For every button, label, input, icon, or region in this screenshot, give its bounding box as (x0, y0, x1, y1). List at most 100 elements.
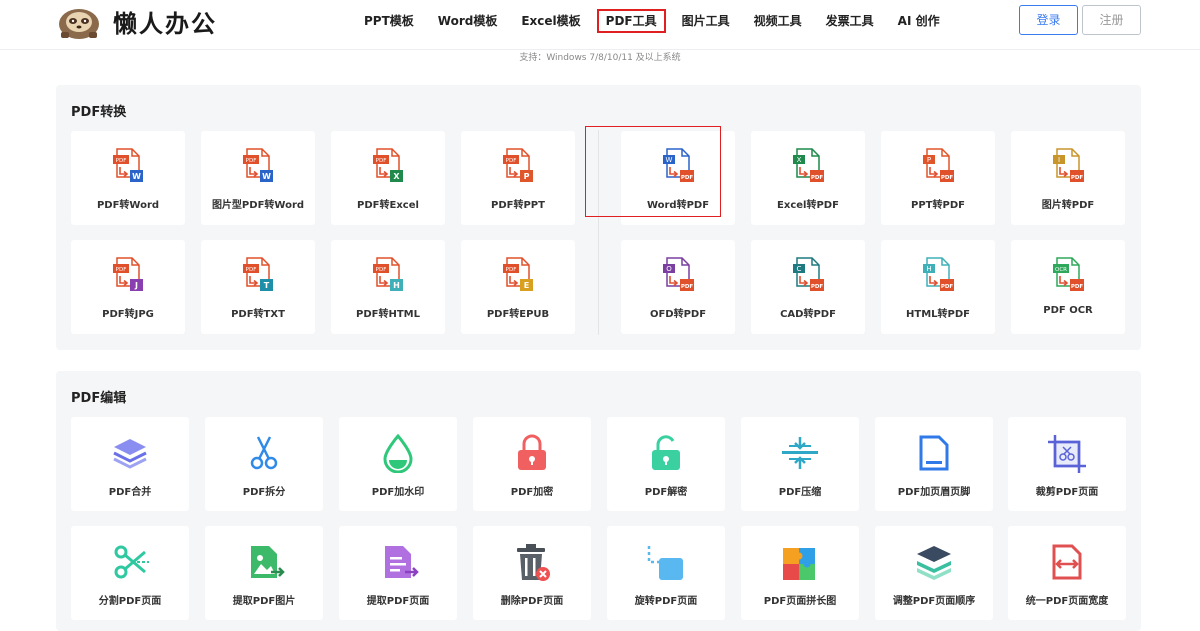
unlock-icon (645, 433, 687, 473)
convert-card-13[interactable]: O PDF OFD转PDF (621, 240, 735, 334)
svg-text:PDF: PDF (376, 158, 387, 164)
site-logo[interactable]: 懒人办公 (55, 2, 217, 40)
convert-card-15[interactable]: H PDF HTML转PDF (881, 240, 995, 334)
svg-text:T: T (264, 281, 270, 290)
svg-text:PDF: PDF (116, 267, 127, 273)
trash-icon (511, 542, 553, 582)
convert-card-label: PDF转TXT (231, 309, 285, 320)
convert-card-9[interactable]: PDF J PDF转JPG (71, 240, 185, 334)
edit-card-15[interactable]: 调整PDF页面顺序 (875, 526, 993, 620)
convert-card-label: PDF转PPT (491, 200, 545, 211)
convert-card-2[interactable]: PDF W 图片型PDF转Word (201, 131, 315, 225)
reorder-icon (913, 542, 955, 582)
edit-card-label: PDF合并 (108, 487, 152, 498)
convert-card-3[interactable]: PDF X PDF转Excel (331, 131, 445, 225)
svg-text:J: J (134, 281, 138, 290)
svg-text:PDF: PDF (941, 175, 954, 181)
convert-card-label: PDF转EPUB (486, 309, 550, 320)
file-convert-icon: I PDF (1050, 147, 1086, 187)
convert-card-4[interactable]: PDF P PDF转PPT (461, 131, 575, 225)
edit-card-8[interactable]: 裁剪PDF页面 (1008, 417, 1126, 511)
convert-card-label: PDF OCR (1043, 305, 1093, 316)
convert-card-label: OFD转PDF (649, 309, 707, 320)
edit-card-label: 分割PDF页面 (98, 596, 162, 607)
svg-text:PDF: PDF (811, 284, 824, 290)
edit-card-12[interactable]: 删除PDF页面 (473, 526, 591, 620)
file-convert-icon: OCR PDF (1050, 256, 1086, 296)
lock-icon (511, 433, 553, 473)
svg-text:PDF: PDF (941, 284, 954, 290)
edit-card-16[interactable]: 统一PDF页面宽度 (1008, 526, 1126, 620)
convert-card-1[interactable]: PDF W PDF转Word (71, 131, 185, 225)
edit-card-label: 统一PDF页面宽度 (1025, 596, 1109, 607)
convert-card-7[interactable]: P PDF PPT转PDF (881, 131, 995, 225)
svg-text:P: P (524, 172, 530, 181)
file-convert-icon: PDF E (500, 256, 536, 296)
nav-video-tools[interactable]: 视频工具 (746, 9, 810, 33)
edit-card-11[interactable]: 提取PDF页面 (339, 526, 457, 620)
file-convert-icon: P PDF (920, 147, 956, 187)
convert-card-label: Excel转PDF (777, 200, 839, 211)
convert-card-14[interactable]: C PDF CAD转PDF (751, 240, 865, 334)
svg-text:E: E (524, 281, 529, 290)
edit-card-7[interactable]: PDF加页眉页脚 (875, 417, 993, 511)
scissors-icon (243, 433, 285, 473)
convert-card-12[interactable]: PDF E PDF转EPUB (461, 240, 575, 334)
nav-pdf-tools[interactable]: PDF工具 (596, 9, 666, 33)
convert-card-label: 图片转PDF (1041, 200, 1095, 211)
convert-card-16[interactable]: OCR PDF PDF OCR (1011, 240, 1125, 334)
svg-text:X: X (797, 156, 802, 164)
svg-text:H: H (926, 265, 931, 273)
water-drop-icon (377, 433, 419, 474)
convert-card-11[interactable]: PDF H PDF转HTML (331, 240, 445, 334)
nav-image-tools[interactable]: 图片工具 (674, 9, 738, 33)
nav-invoice-tools[interactable]: 发票工具 (818, 9, 882, 33)
edit-card-9[interactable]: 分割PDF页面 (71, 526, 189, 620)
svg-text:PDF: PDF (811, 175, 824, 181)
convert-card-10[interactable]: PDF T PDF转TXT (201, 240, 315, 334)
file-convert-icon: X PDF (790, 147, 826, 187)
register-button[interactable]: 注册 (1082, 5, 1141, 35)
edit-card-label: PDF页面拼长图 (763, 596, 837, 607)
edit-card-14[interactable]: PDF页面拼长图 (741, 526, 859, 620)
edit-card-4[interactable]: PDF加密 (473, 417, 591, 511)
edit-card-13[interactable]: 旋转PDF页面 (607, 526, 725, 620)
support-text: 支持：Windows 7/8/10/11 及以上系统 (519, 53, 681, 63)
edit-card-10[interactable]: 提取PDF图片 (205, 526, 323, 620)
file-convert-icon: PDF H (370, 256, 406, 296)
edit-card-2[interactable]: PDF拆分 (205, 417, 323, 511)
edit-card-1[interactable]: PDF合并 (71, 417, 189, 511)
svg-text:PDF: PDF (506, 267, 517, 273)
svg-text:X: X (393, 172, 400, 181)
convert-card-label: 图片型PDF转Word (211, 200, 305, 211)
edit-card-5[interactable]: PDF解密 (607, 417, 725, 511)
sloth-logo-icon (59, 9, 99, 39)
edit-card-label: PDF加页眉页脚 (897, 487, 971, 498)
svg-text:PDF: PDF (116, 158, 127, 164)
nav-word-templates[interactable]: Word模板 (430, 9, 506, 33)
svg-text:W: W (262, 172, 271, 181)
file-convert-icon: PDF X (370, 147, 406, 187)
convert-card-8[interactable]: I PDF 图片转PDF (1011, 131, 1125, 225)
edit-card-label: 提取PDF页面 (366, 596, 430, 607)
convert-card-6[interactable]: X PDF Excel转PDF (751, 131, 865, 225)
edit-card-6[interactable]: PDF压缩 (741, 417, 859, 511)
login-button[interactable]: 登录 (1019, 5, 1078, 35)
edit-card-label: PDF压缩 (778, 487, 822, 498)
convert-card-label: PDF转Excel (357, 200, 419, 211)
nav-excel-templates[interactable]: Excel模板 (513, 9, 588, 33)
convert-card-5[interactable]: W PDF Word转PDF (621, 131, 735, 225)
edit-card-label: 提取PDF图片 (232, 596, 296, 607)
nav-ai-create[interactable]: AI 创作 (890, 9, 948, 33)
edit-section-title: PDF编辑 (71, 391, 127, 406)
svg-text:PDF: PDF (681, 175, 694, 181)
edit-card-label: 删除PDF页面 (500, 596, 564, 607)
edit-card-3[interactable]: PDF加水印 (339, 417, 457, 511)
file-convert-icon: PDF J (110, 256, 146, 296)
convert-card-label: PDF转JPG (102, 309, 154, 320)
puzzle-icon (779, 542, 821, 582)
edit-card-label: 旋转PDF页面 (634, 596, 698, 607)
convert-section-title: PDF转换 (71, 105, 127, 120)
header-footer-icon (913, 433, 955, 473)
nav-ppt-templates[interactable]: PPT模板 (356, 9, 422, 33)
